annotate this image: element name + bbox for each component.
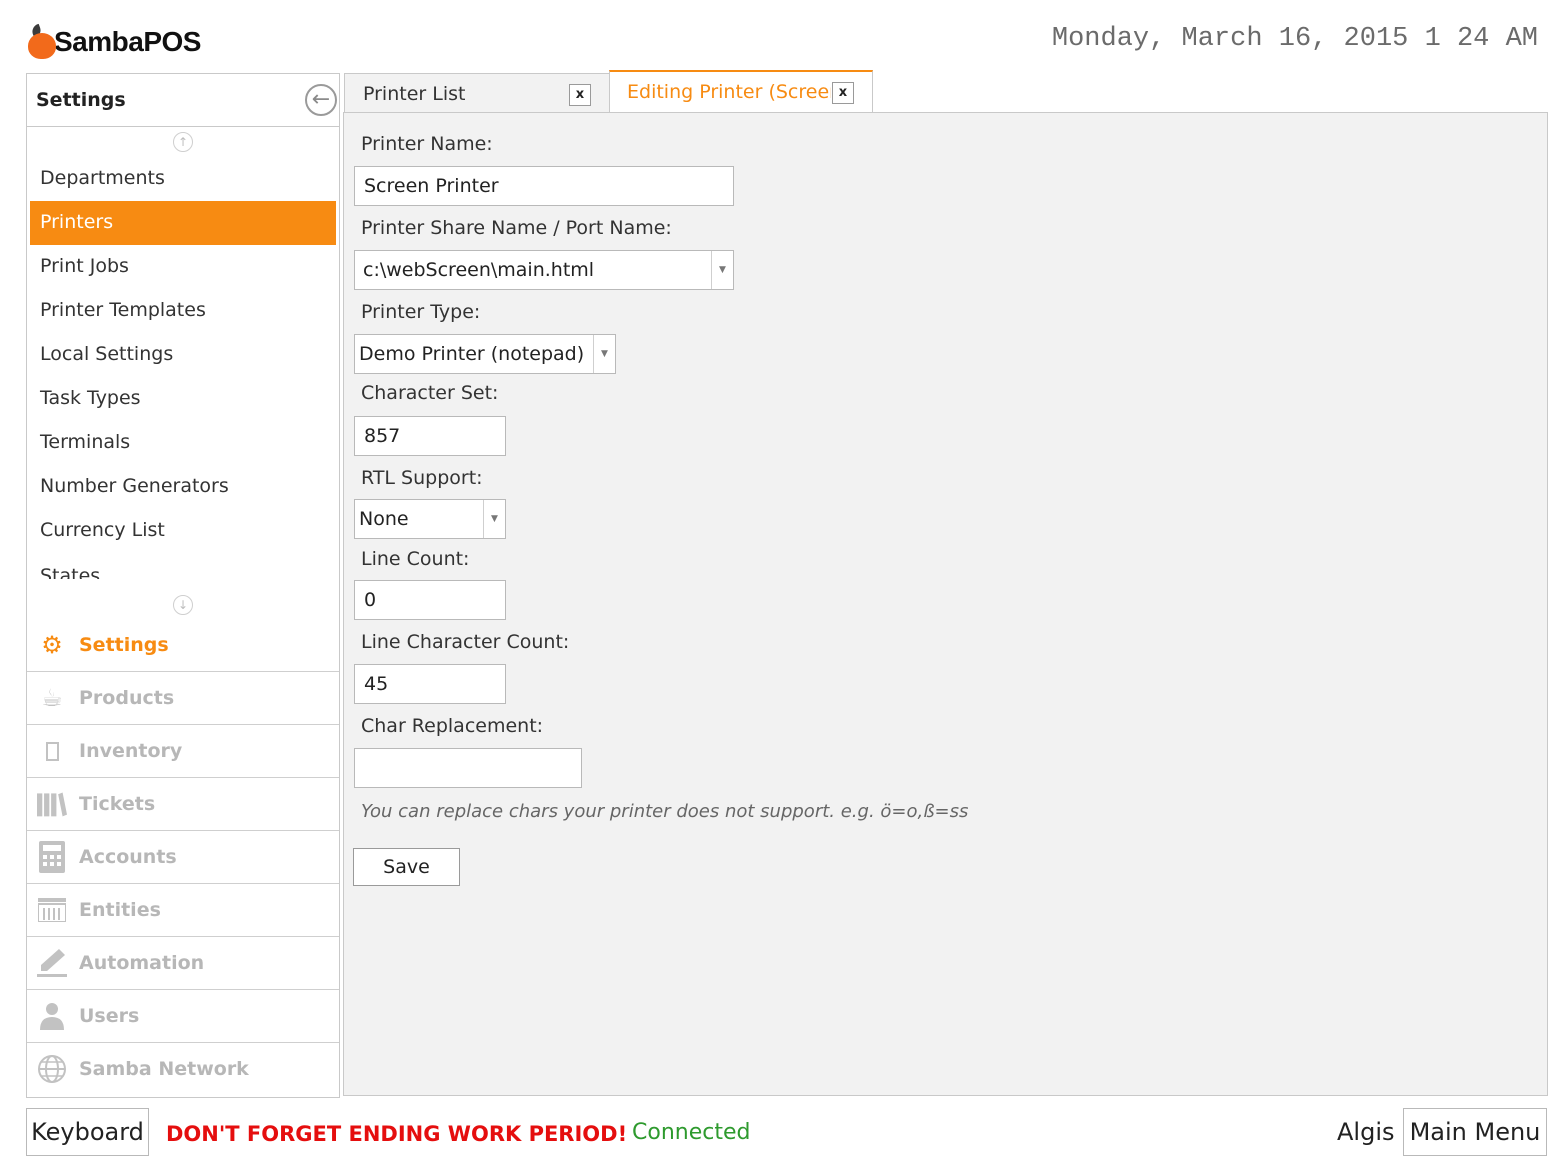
sidebar-item-local-settings[interactable]: Local Settings <box>30 333 336 377</box>
charset-field[interactable]: 857 <box>354 416 506 456</box>
chevron-down-icon[interactable]: ▼ <box>483 500 505 538</box>
module-label: Automation <box>79 952 205 974</box>
module-label: Inventory <box>79 740 183 762</box>
char-replacement-field[interactable] <box>354 748 582 788</box>
share-name-combo[interactable]: c:\webScreen\main.html ▼ <box>354 250 734 290</box>
printer-name-field[interactable]: Screen Printer <box>354 166 734 206</box>
pencil-icon <box>37 948 67 978</box>
share-name-value: c:\webScreen\main.html <box>363 259 595 281</box>
module-samba-network[interactable]: Samba Network <box>27 1042 339 1095</box>
tab-label: Editing Printer (Screen Printer) <box>627 81 831 103</box>
sidebar: Settings ← ↑ Departments Printers Print … <box>26 73 340 1098</box>
printer-editor-panel: Printer Name: Screen Printer Printer Sha… <box>343 112 1548 1096</box>
module-accounts[interactable]: Accounts <box>27 830 339 883</box>
app-logo: SambaPOS <box>26 22 201 62</box>
module-label: Settings <box>79 634 169 656</box>
samba-fruit-icon <box>26 23 60 59</box>
main-menu-button[interactable]: Main Menu <box>1403 1108 1547 1156</box>
work-period-warning: DON'T FORGET ENDING WORK PERIOD! <box>166 1122 628 1146</box>
tab-editing-printer[interactable]: Editing Printer (Screen Printer) x <box>609 70 873 114</box>
share-name-label: Printer Share Name / Port Name: <box>361 217 672 239</box>
printer-type-select[interactable]: Demo Printer (notepad) ▼ <box>354 334 616 374</box>
module-label: Accounts <box>79 846 177 868</box>
module-label: Samba Network <box>79 1058 249 1080</box>
line-count-field[interactable]: 0 <box>354 580 506 620</box>
sidebar-item-terminals[interactable]: Terminals <box>30 421 336 465</box>
box-icon <box>37 736 67 766</box>
sidebar-item-printer-templates[interactable]: Printer Templates <box>30 289 336 333</box>
sidebar-item-print-jobs[interactable]: Print Jobs <box>30 245 336 289</box>
tab-label: Printer List <box>363 83 466 105</box>
module-label: Products <box>79 687 175 709</box>
sidebar-header: Settings ← <box>27 74 339 127</box>
chevron-down-icon[interactable]: ▼ <box>593 335 615 373</box>
module-inventory[interactable]: Inventory <box>27 724 339 777</box>
scroll-up-icon[interactable]: ↑ <box>173 132 193 152</box>
sidebar-list: Departments Printers Print Jobs Printer … <box>30 157 336 593</box>
app-name: SambaPOS <box>54 26 201 57</box>
table-icon <box>37 895 67 925</box>
close-tab-button[interactable]: x <box>569 84 591 106</box>
close-tab-button[interactable]: x <box>832 82 854 104</box>
scroll-down-icon[interactable]: ↓ <box>173 595 193 615</box>
line-char-count-field[interactable]: 45 <box>354 664 506 704</box>
sidebar-item-departments[interactable]: Departments <box>30 157 336 201</box>
coffee-cup-icon: ☕ <box>41 684 63 712</box>
char-replacement-hint: You can replace chars your printer does … <box>361 801 969 822</box>
module-label: Entities <box>79 899 161 921</box>
tab-printer-list[interactable]: Printer List x <box>344 73 610 113</box>
chevron-down-icon[interactable]: ▼ <box>711 251 733 289</box>
sidebar-title: Settings <box>36 89 126 111</box>
printer-type-label: Printer Type: <box>361 301 481 323</box>
line-char-count-label: Line Character Count: <box>361 631 570 653</box>
back-arrow-icon[interactable]: ← <box>305 84 337 116</box>
sidebar-item-states[interactable]: States <box>30 555 336 579</box>
printer-name-label: Printer Name: <box>361 133 493 155</box>
module-list: ⚙ Settings ☕ Products Inventory Tickets … <box>27 619 339 1095</box>
sidebar-item-printers[interactable]: Printers <box>30 201 336 245</box>
date-time: Monday, March 16, 2015 1 24 AM <box>1051 24 1538 54</box>
module-products[interactable]: ☕ Products <box>27 671 339 724</box>
module-automation[interactable]: Automation <box>27 936 339 989</box>
sidebar-item-number-generators[interactable]: Number Generators <box>30 465 336 509</box>
calculator-icon <box>37 841 67 873</box>
globe-icon <box>37 1054 67 1084</box>
rtl-label: RTL Support: <box>361 467 483 489</box>
sidebar-item-task-types[interactable]: Task Types <box>30 377 336 421</box>
line-count-label: Line Count: <box>361 548 470 570</box>
module-settings[interactable]: ⚙ Settings <box>27 619 339 671</box>
rtl-select[interactable]: None ▼ <box>354 499 506 539</box>
charset-label: Character Set: <box>361 382 499 404</box>
current-user: Algis <box>1337 1118 1395 1146</box>
books-icon <box>37 789 67 819</box>
module-users[interactable]: Users <box>27 989 339 1042</box>
module-tickets[interactable]: Tickets <box>27 777 339 830</box>
module-label: Users <box>79 1005 140 1027</box>
module-entities[interactable]: Entities <box>27 883 339 936</box>
module-label: Tickets <box>79 793 156 815</box>
char-replacement-label: Char Replacement: <box>361 715 544 737</box>
printer-type-value: Demo Printer (notepad) <box>359 343 585 365</box>
connection-status: Connected <box>632 1120 751 1145</box>
gear-icon: ⚙ <box>41 631 63 659</box>
save-button[interactable]: Save <box>353 848 460 886</box>
user-icon <box>37 1001 67 1031</box>
sidebar-item-currency-list[interactable]: Currency List <box>30 509 336 553</box>
keyboard-button[interactable]: Keyboard <box>26 1108 149 1156</box>
rtl-value: None <box>359 508 409 530</box>
